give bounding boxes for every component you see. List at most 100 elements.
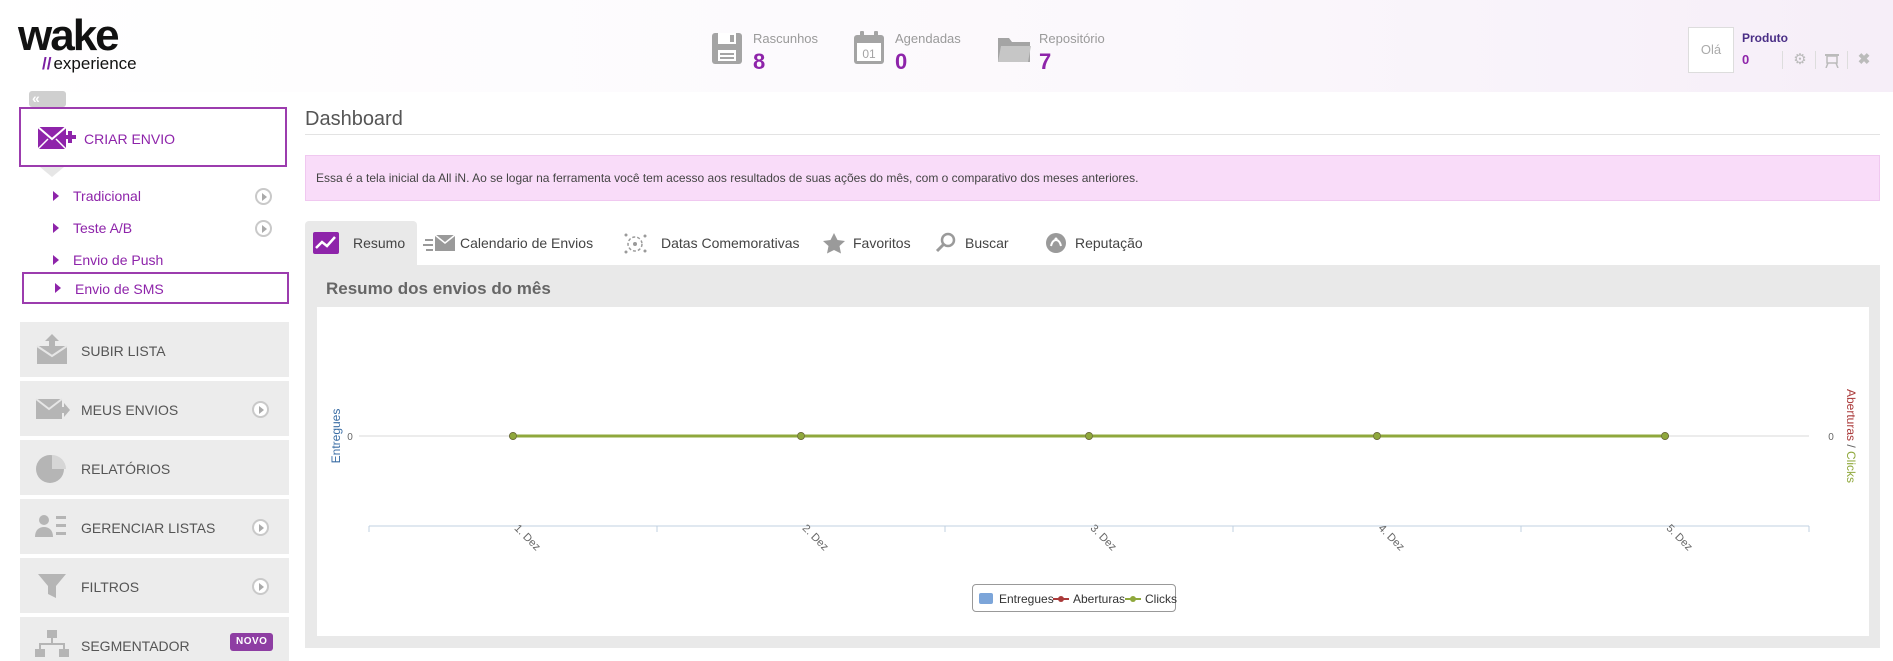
upload-mail-icon bbox=[34, 334, 70, 366]
tab-buscar[interactable]: Buscar bbox=[925, 221, 1015, 265]
submenu-item-teste-ab[interactable]: Teste A/B bbox=[20, 212, 288, 244]
bullet-arrow-icon bbox=[53, 223, 59, 233]
close-icon[interactable]: ✖ bbox=[1855, 52, 1873, 68]
tab-label: Datas Comemorativas bbox=[661, 235, 800, 251]
stat-value: 7 bbox=[1039, 49, 1051, 75]
rss-counter[interactable]: ⹻0 bbox=[1742, 52, 1749, 67]
play-video-icon[interactable] bbox=[252, 519, 269, 536]
stat-value: 8 bbox=[753, 49, 765, 75]
tab-datas-comemorativas[interactable]: Datas Comemorativas bbox=[615, 221, 805, 265]
new-badge: NOVO bbox=[230, 633, 273, 651]
gear-icon[interactable]: ⚙ bbox=[1791, 52, 1809, 68]
legend-label: Clicks bbox=[1145, 592, 1177, 606]
page-title: Dashboard bbox=[305, 108, 403, 131]
bullet-arrow-icon bbox=[53, 191, 59, 201]
tab-label: Reputação bbox=[1075, 235, 1143, 251]
product-name[interactable]: Produto bbox=[1742, 31, 1788, 45]
sidebar-item-relatorios[interactable]: RELATÓRIOS bbox=[20, 440, 289, 497]
logo-slashes: // bbox=[42, 54, 51, 73]
header-divider bbox=[1847, 51, 1848, 69]
reputation-icon bbox=[1045, 232, 1071, 254]
submenu-item-envio-sms[interactable]: Envio de SMS bbox=[22, 272, 289, 304]
tab-label: Calendario de Envios bbox=[460, 235, 593, 251]
sidebar-item-label: FILTROS bbox=[81, 579, 139, 595]
submenu-item-label: Tradicional bbox=[73, 188, 141, 204]
pie-chart-icon bbox=[34, 452, 70, 484]
header-divider bbox=[1782, 51, 1783, 69]
legend-label: Aberturas bbox=[1073, 592, 1125, 606]
resumo-panel: Resumo dos envios do mês 1. Dez 2. Dez 3. … bbox=[305, 265, 1880, 648]
x-tick-label: 2. Dez bbox=[800, 522, 831, 553]
sidebar-item-meus-envios[interactable]: MEUS ENVIOS bbox=[20, 381, 289, 438]
search-icon bbox=[933, 232, 959, 254]
criar-envio-button[interactable]: CRIAR ENVIO bbox=[19, 107, 287, 167]
x-tick-label: 5. Dez bbox=[1664, 522, 1695, 553]
tab-calendario[interactable]: Calendario de Envios bbox=[420, 221, 610, 265]
sidebar-item-subir-lista[interactable]: SUBIR LISTA bbox=[20, 322, 289, 379]
y-axis-label-aberturas: Aberturas bbox=[1844, 389, 1858, 441]
sidebar-item-segmentador[interactable]: SEGMENTADOR NOVO bbox=[20, 617, 289, 661]
data-point-clicks bbox=[1374, 433, 1381, 440]
tab-label: Buscar bbox=[965, 235, 1009, 251]
mail-plus-icon bbox=[36, 123, 76, 153]
stat-value: 0 bbox=[895, 49, 907, 75]
wake-logo[interactable]: wake //experience bbox=[18, 14, 148, 74]
stat-agendadas[interactable]: 01 Agendadas 0 bbox=[852, 28, 972, 76]
data-point-clicks bbox=[1662, 433, 1669, 440]
stat-rascunhos[interactable]: Rascunhos 8 bbox=[710, 28, 820, 76]
y-tick-label-left: 0 bbox=[347, 432, 353, 443]
submenu-caret bbox=[40, 167, 64, 177]
party-icon bbox=[623, 232, 649, 254]
bullet-arrow-icon bbox=[53, 255, 59, 265]
send-mail-icon bbox=[34, 393, 70, 425]
legend-svg: Entregues Aberturas Clicks bbox=[973, 585, 1177, 613]
bullet-arrow-icon bbox=[55, 283, 61, 293]
x-tick-label: 1. Dez bbox=[512, 522, 543, 553]
title-divider bbox=[305, 134, 1880, 135]
criar-envio-label: CRIAR ENVIO bbox=[84, 131, 175, 147]
hierarchy-icon bbox=[34, 629, 70, 661]
logo-subtitle: //experience bbox=[42, 54, 137, 74]
play-video-icon[interactable] bbox=[252, 401, 269, 418]
legend-marker-clicks bbox=[1130, 596, 1136, 602]
play-video-icon[interactable] bbox=[255, 220, 272, 237]
user-avatar[interactable]: Olá bbox=[1688, 27, 1734, 73]
tab-favoritos[interactable]: Favoritos bbox=[813, 221, 918, 265]
sidebar-item-label: RELATÓRIOS bbox=[81, 461, 170, 477]
header-divider bbox=[1815, 51, 1816, 69]
info-alert: Essa é a tela inicial da All iN. Ao se l… bbox=[305, 155, 1880, 201]
sidebar-item-filtros[interactable]: FILTROS bbox=[20, 558, 289, 615]
sidebar-item-label: SEGMENTADOR bbox=[81, 638, 190, 654]
tab-label: Favoritos bbox=[853, 235, 911, 251]
easel-icon[interactable] bbox=[1823, 52, 1841, 68]
svg-text:01: 01 bbox=[862, 47, 876, 61]
legend-label: Entregues bbox=[999, 592, 1054, 606]
legend-swatch-entregues bbox=[979, 593, 993, 604]
summary-chart: 1. Dez 2. Dez 3. Dez 4. Dez 5. Dez 0 0 Entregue… bbox=[317, 307, 1869, 636]
rss-count: 0 bbox=[1742, 52, 1749, 67]
y-axis-label-right: Aberturas / Clicks bbox=[1844, 389, 1858, 483]
stat-repositorio[interactable]: Repositório 7 bbox=[996, 28, 1126, 76]
star-icon bbox=[821, 232, 847, 254]
fast-mail-icon bbox=[423, 232, 455, 254]
legend-marker-aberturas bbox=[1058, 596, 1064, 602]
y-axis-label-separator: / bbox=[1844, 441, 1858, 451]
tab-reputacao[interactable]: Reputação bbox=[1037, 221, 1147, 265]
submenu-item-label: Teste A/B bbox=[73, 220, 132, 236]
folder-icon bbox=[996, 30, 1032, 66]
data-point-clicks bbox=[798, 433, 805, 440]
collapse-sidebar-button[interactable]: « bbox=[29, 91, 66, 107]
submenu-item-tradicional[interactable]: Tradicional bbox=[20, 180, 288, 212]
app-root: wake //experience Rascunhos 8 01 Agendad… bbox=[0, 0, 1893, 661]
play-video-icon[interactable] bbox=[255, 188, 272, 205]
manage-contacts-icon bbox=[34, 511, 70, 543]
tab-resumo[interactable]: Resumo bbox=[305, 221, 417, 265]
y-tick-label-right: 0 bbox=[1828, 432, 1834, 443]
calendar-icon: 01 bbox=[852, 30, 886, 66]
sidebar-item-label: MEUS ENVIOS bbox=[81, 402, 178, 418]
x-tick-label: 3. Dez bbox=[1088, 522, 1119, 553]
logo-experience: experience bbox=[53, 54, 136, 73]
sidebar-item-gerenciar-listas[interactable]: GERENCIAR LISTAS bbox=[20, 499, 289, 556]
sidebar-item-label: GERENCIAR LISTAS bbox=[81, 520, 215, 536]
play-video-icon[interactable] bbox=[252, 578, 269, 595]
